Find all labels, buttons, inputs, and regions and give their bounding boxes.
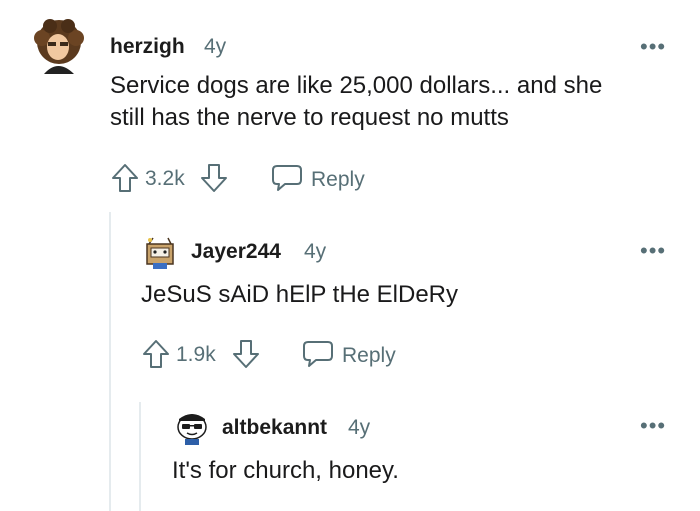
more-options-button[interactable]: ••• [640,36,666,58]
comment-username[interactable]: Jayer244 [191,240,281,264]
comment-body-line: still has the nerve to request no mutts [110,104,509,131]
more-options-button[interactable]: ••• [640,415,666,437]
arrow-up-icon[interactable] [111,163,139,198]
comment-body-line: It's for church, honey. [172,457,399,484]
reply-button[interactable]: Reply [302,338,396,373]
more-options-button[interactable]: ••• [640,240,666,262]
reply-label: Reply [342,343,396,367]
thread-line [109,212,111,511]
comment-age: 4y [304,240,327,263]
comment-body-line: Service dogs are like 25,000 dollars... … [110,72,603,99]
speech-bubble-icon [271,162,303,197]
comment-body: Service dogs are like 25,000 dollars... … [110,70,680,134]
arrow-up-icon[interactable] [142,339,170,374]
avatar[interactable] [174,407,210,445]
comment-username[interactable]: herzigh [110,35,185,59]
vote-score: 3.2k [145,167,185,190]
reply-button[interactable]: Reply [271,162,365,197]
speech-bubble-icon [302,338,334,373]
arrow-down-icon[interactable] [232,339,260,374]
comment-username[interactable]: altbekannt [222,416,327,440]
comment-age: 4y [204,35,227,58]
comment-body-line: JeSuS sAiD hElP tHe ElDeRy [141,281,459,308]
vote-score: 1.9k [176,343,216,366]
comment-body: JeSuS sAiD hElP tHe ElDeRy [141,279,681,311]
comment-body: It's for church, honey. [172,455,672,487]
arrow-down-icon[interactable] [200,163,228,198]
avatar[interactable] [30,16,88,74]
avatar[interactable] [144,236,178,270]
reply-label: Reply [311,167,365,191]
comment-age: 4y [348,416,371,439]
thread-line [139,402,141,511]
